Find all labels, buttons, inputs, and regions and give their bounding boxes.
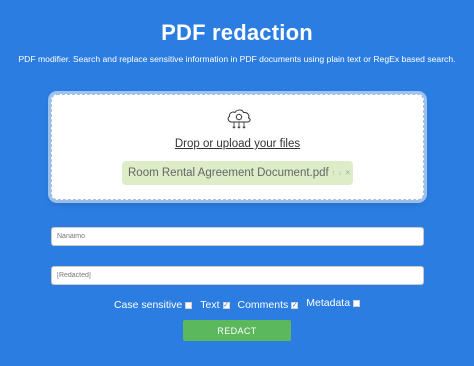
option-label: Text	[200, 299, 220, 311]
move-up-icon[interactable]: ↑	[332, 170, 336, 177]
option-case-sensitive[interactable]: Case sensitive	[113, 299, 193, 311]
option-comments[interactable]: Comments	[238, 299, 299, 311]
page-title: PDF redaction	[161, 20, 313, 45]
option-label: Metadata	[306, 297, 351, 309]
case-sensitive-checkbox[interactable]	[185, 301, 193, 309]
page-subtitle: PDF modifier. Search and replace sensiti…	[18, 54, 456, 64]
move-down-icon[interactable]: ↓	[338, 170, 342, 177]
upload-files-link[interactable]: Drop or upload your files	[52, 138, 423, 150]
option-metadata[interactable]: Metadata	[306, 297, 361, 309]
metadata-checkbox[interactable]	[353, 299, 361, 307]
file-name: Room Rental Agreement Document.pdf	[128, 167, 329, 179]
file-dropzone[interactable]: Drop or upload your files Room Rental Ag…	[51, 94, 424, 200]
option-label: Case sensitive	[113, 299, 183, 311]
option-text[interactable]: Text	[200, 299, 230, 311]
replacement-text-input[interactable]	[51, 266, 424, 285]
redact-button[interactable]: REDACT	[183, 320, 291, 341]
search-text-input[interactable]	[51, 227, 424, 246]
uploaded-file-chip: Room Rental Agreement Document.pdf ↑ ↓ ✕	[122, 161, 353, 185]
file-actions: ↑ ↓ ✕	[332, 169, 351, 178]
option-label: Comments	[237, 299, 289, 311]
remove-file-icon[interactable]: ✕	[345, 169, 351, 177]
cloud-upload-icon	[227, 109, 251, 129]
text-checkbox[interactable]	[222, 301, 230, 309]
search-options: Case sensitive Text Comments Metadata	[0, 297, 474, 311]
comments-checkbox[interactable]	[291, 301, 299, 309]
